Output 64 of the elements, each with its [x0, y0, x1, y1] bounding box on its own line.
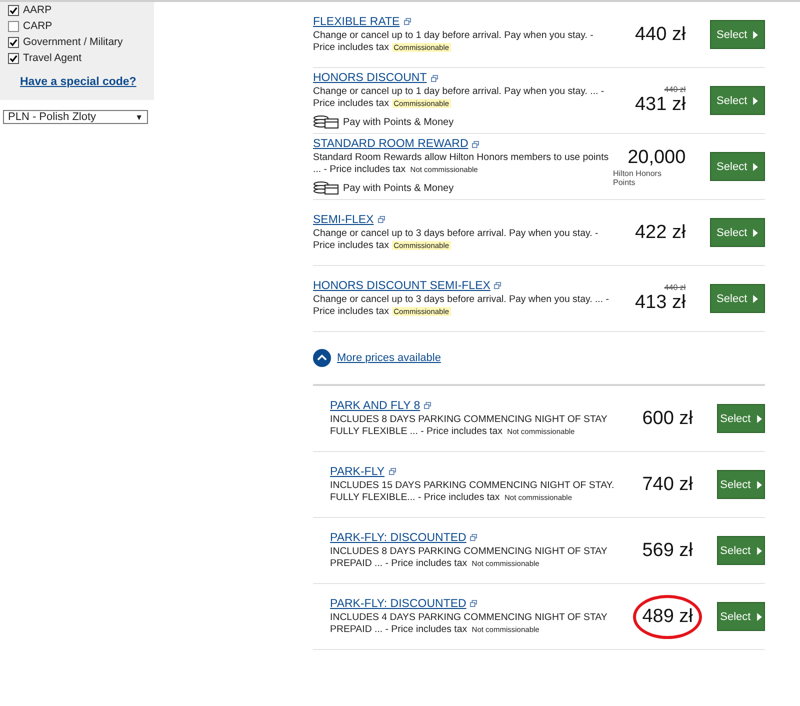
select-button[interactable]: Select: [710, 284, 765, 313]
price: 422 zł: [634, 222, 686, 244]
rate-name-link[interactable]: FLEXIBLE RATE: [313, 16, 400, 28]
rate-name-link[interactable]: PARK-FLY: DISCOUNTED: [330, 598, 466, 610]
checkbox[interactable]: [8, 4, 19, 16]
currency-select[interactable]: PLN - Polish Zloty ▼: [3, 110, 148, 124]
coins-and-card-icon: [313, 181, 339, 195]
external-window-icon: [472, 140, 480, 148]
checkbox-label: AARP: [23, 4, 52, 16]
rate-name-link[interactable]: SEMI-FLEX: [313, 214, 374, 226]
rate-name-link[interactable]: PARK-FLY: [330, 466, 385, 478]
more-prices-link[interactable]: More prices available: [337, 352, 441, 364]
checkbox[interactable]: [8, 20, 19, 32]
external-window-icon: [470, 600, 478, 607]
select-button[interactable]: Select: [710, 152, 765, 181]
price: 569 zł: [642, 540, 693, 562]
checkbox-label: Travel Agent: [23, 52, 82, 64]
caret-icon: [756, 414, 762, 422]
caret-icon: [753, 228, 758, 236]
external-window-icon: [430, 74, 438, 82]
caret-icon: [753, 96, 758, 104]
price: 740 zł: [642, 474, 693, 496]
coins-and-card-icon: [313, 115, 339, 129]
checkbox[interactable]: [8, 36, 19, 48]
price: 600 zł: [642, 408, 693, 430]
collapse-chevron-icon[interactable]: [313, 349, 331, 367]
select-button[interactable]: Select: [716, 602, 765, 631]
price-note: Hilton Honors Points: [613, 168, 662, 186]
external-window-icon: [404, 18, 411, 25]
caret-icon: [756, 546, 762, 554]
caret-icon: [753, 30, 758, 38]
select-button[interactable]: Select: [716, 536, 765, 565]
external-window-icon: [494, 282, 502, 289]
price: 413 zł: [634, 292, 686, 314]
select-button[interactable]: Select: [710, 218, 765, 247]
old-price: 440 zł: [664, 85, 686, 94]
pay-option-label: Pay with Points & Money: [343, 182, 454, 194]
rate-name-link[interactable]: PARK-FLY: DISCOUNTED: [330, 532, 466, 544]
rate-name-link[interactable]: HONORS DISCOUNT SEMI-FLEX: [313, 280, 490, 292]
external-window-icon: [378, 216, 385, 223]
checkbox-label: CARP: [23, 20, 52, 32]
rate-name-link[interactable]: HONORS DISCOUNT: [313, 72, 427, 84]
price: 431 zł: [634, 94, 686, 116]
price: 20,000: [628, 146, 686, 168]
rate-name-link[interactable]: STANDARD ROOM REWARD: [313, 138, 468, 150]
pay-option-label: Pay with Points & Money: [343, 116, 454, 128]
checkbox[interactable]: [8, 52, 19, 64]
checkbox-label: Government / Military: [23, 36, 123, 48]
caret-icon: [753, 294, 758, 302]
select-button[interactable]: Select: [716, 470, 765, 499]
caret-icon: [756, 480, 762, 488]
select-button[interactable]: Select: [710, 20, 765, 49]
rate-name-link[interactable]: PARK AND FLY 8: [330, 400, 420, 412]
select-button[interactable]: Select: [716, 404, 765, 433]
external-window-icon: [470, 534, 478, 541]
caret-icon: [753, 162, 758, 170]
old-price: 440 zł: [664, 283, 686, 292]
select-button[interactable]: Select: [710, 86, 765, 115]
special-code-link[interactable]: Have a special code?: [20, 76, 150, 88]
price: 489 zł: [633, 594, 702, 638]
price: 440 zł: [634, 24, 686, 46]
caret-icon: [756, 612, 762, 620]
external-window-icon: [388, 468, 396, 475]
external-window-icon: [424, 402, 432, 409]
